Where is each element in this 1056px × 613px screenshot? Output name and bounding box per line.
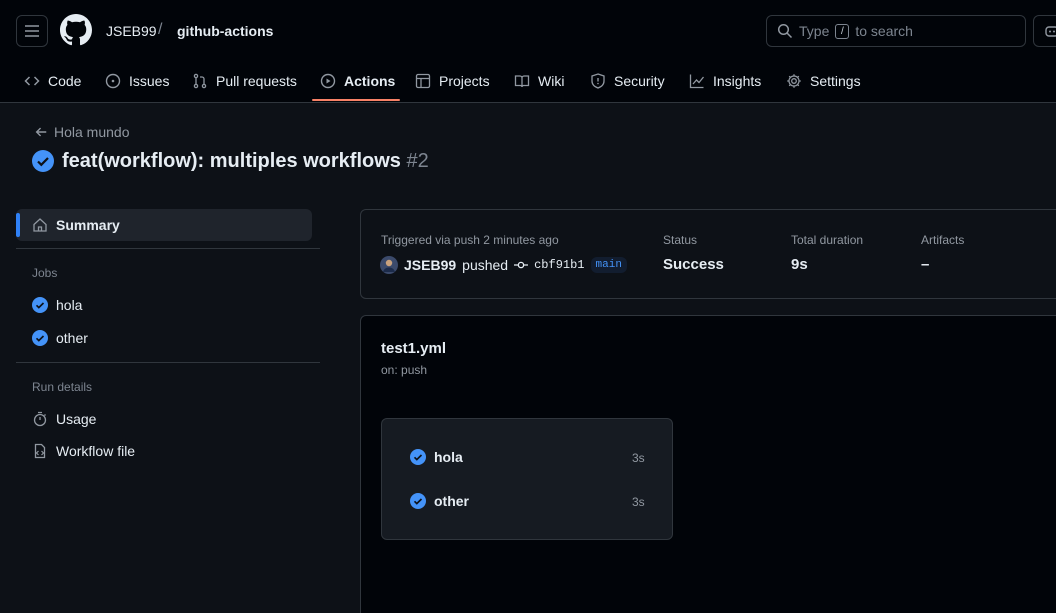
repo-owner-link[interactable]: JSEB99: [106, 23, 157, 39]
sidebar-job-label: hola: [56, 297, 83, 313]
commit-sha-link[interactable]: cbf91b1: [534, 258, 584, 272]
status-value: Success: [663, 256, 724, 273]
search-placeholder-prefix: Type: [799, 23, 830, 39]
search-icon: [777, 23, 793, 39]
job-other[interactable]: other: [410, 493, 469, 509]
workflow-event: on: push: [381, 363, 428, 377]
table-icon: [415, 73, 431, 89]
job-name: hola: [434, 449, 463, 465]
trigger-text: Triggered via push 2 minutes ago: [381, 233, 559, 247]
tab-projects[interactable]: Projects: [415, 60, 490, 102]
tab-issues[interactable]: Issues: [105, 60, 169, 102]
tab-label: Wiki: [538, 73, 565, 89]
copilot-button[interactable]: [1033, 15, 1056, 47]
tab-settings[interactable]: Settings: [786, 60, 861, 102]
artifacts-label: Artifacts: [921, 233, 965, 247]
tab-label: Issues: [129, 73, 170, 89]
tab-label: Actions: [344, 73, 396, 89]
success-check-icon: [410, 449, 426, 465]
hamburger-menu-button[interactable]: [16, 15, 48, 47]
sidebar-active-indicator: [16, 213, 20, 237]
sidebar-workflow-file-label: Workflow file: [56, 443, 136, 459]
avatar[interactable]: [380, 256, 398, 274]
repo-name-link[interactable]: github-actions: [177, 23, 273, 39]
sidebar-summary-label: Summary: [56, 217, 120, 233]
tab-label: Security: [614, 73, 665, 89]
push-action: pushed: [462, 257, 509, 273]
tab-pull-requests[interactable]: Pull requests: [192, 60, 297, 102]
tab-insights[interactable]: Insights: [689, 60, 761, 102]
success-check-icon: [410, 493, 426, 509]
breadcrumb-separator: /: [158, 21, 163, 38]
back-link[interactable]: Hola mundo: [34, 124, 130, 140]
commit-icon: [514, 261, 529, 269]
job-name: other: [434, 493, 469, 509]
tab-label: Code: [48, 73, 82, 89]
tab-label: Projects: [439, 73, 490, 89]
tab-label: Pull requests: [216, 73, 297, 89]
sidebar-item-workflow-file[interactable]: Workflow file: [32, 443, 135, 459]
duration-value: 9s: [791, 256, 808, 273]
search-input[interactable]: Type / to search: [766, 15, 1026, 47]
sidebar-run-details-heading: Run details: [32, 380, 93, 394]
workflow-file-name: test1.yml: [381, 340, 447, 357]
home-icon: [33, 218, 47, 232]
sidebar-job-other[interactable]: other: [32, 330, 88, 346]
pull-request-icon: [193, 73, 207, 89]
jobs-card: [381, 418, 673, 540]
graph-icon: [689, 74, 705, 89]
sidebar-usage-label: Usage: [56, 411, 97, 427]
job-hola[interactable]: hola: [410, 449, 463, 465]
success-check-icon: [32, 150, 54, 172]
duration-label: Total duration: [791, 233, 864, 247]
tab-security[interactable]: Security: [590, 60, 665, 102]
tab-actions[interactable]: Actions: [320, 60, 395, 102]
tab-wiki[interactable]: Wiki: [514, 60, 564, 102]
sidebar-item-usage[interactable]: Usage: [32, 411, 96, 427]
github-logo-icon[interactable]: [60, 14, 92, 46]
run-title: feat(workflow): multiples workflows: [62, 150, 401, 172]
search-shortcut-key: /: [835, 23, 850, 39]
sidebar-job-hola[interactable]: hola: [32, 297, 82, 313]
back-link-label: Hola mundo: [54, 124, 130, 140]
run-number: #2: [406, 150, 429, 172]
menu-icon: [25, 25, 39, 37]
actor-link[interactable]: JSEB99: [404, 257, 456, 273]
arrow-left-icon: [35, 127, 47, 137]
success-check-icon: [32, 297, 48, 313]
active-tab-indicator: [312, 99, 400, 101]
branch-badge[interactable]: main: [590, 257, 627, 273]
issue-icon: [105, 73, 121, 89]
tab-code[interactable]: Code: [24, 60, 81, 102]
file-code-icon: [34, 443, 46, 459]
page-title: feat(workflow): multiples workflows #2: [62, 150, 429, 173]
sidebar-item-summary[interactable]: Summary: [16, 209, 312, 241]
search-placeholder-suffix: to search: [855, 23, 913, 39]
sidebar-job-label: other: [56, 330, 88, 346]
artifacts-value: –: [921, 256, 930, 273]
run-summary-panel: [360, 209, 1056, 299]
sidebar-divider: [16, 248, 320, 249]
sidebar-divider: [16, 362, 320, 363]
code-icon: [24, 76, 40, 86]
job-duration: 3s: [632, 451, 645, 465]
push-info: JSEB99 pushed cbf91b1 main: [380, 256, 627, 274]
play-icon: [320, 73, 336, 89]
copilot-icon: [1045, 26, 1056, 37]
tab-label: Settings: [810, 73, 861, 89]
job-duration: 3s: [632, 495, 645, 509]
book-icon: [514, 75, 530, 88]
sidebar-jobs-heading: Jobs: [32, 266, 58, 280]
tab-label: Insights: [713, 73, 762, 89]
success-check-icon: [32, 330, 48, 346]
gear-icon: [787, 74, 801, 88]
stopwatch-icon: [33, 411, 47, 427]
status-label: Status: [663, 233, 698, 247]
shield-icon: [591, 73, 605, 89]
